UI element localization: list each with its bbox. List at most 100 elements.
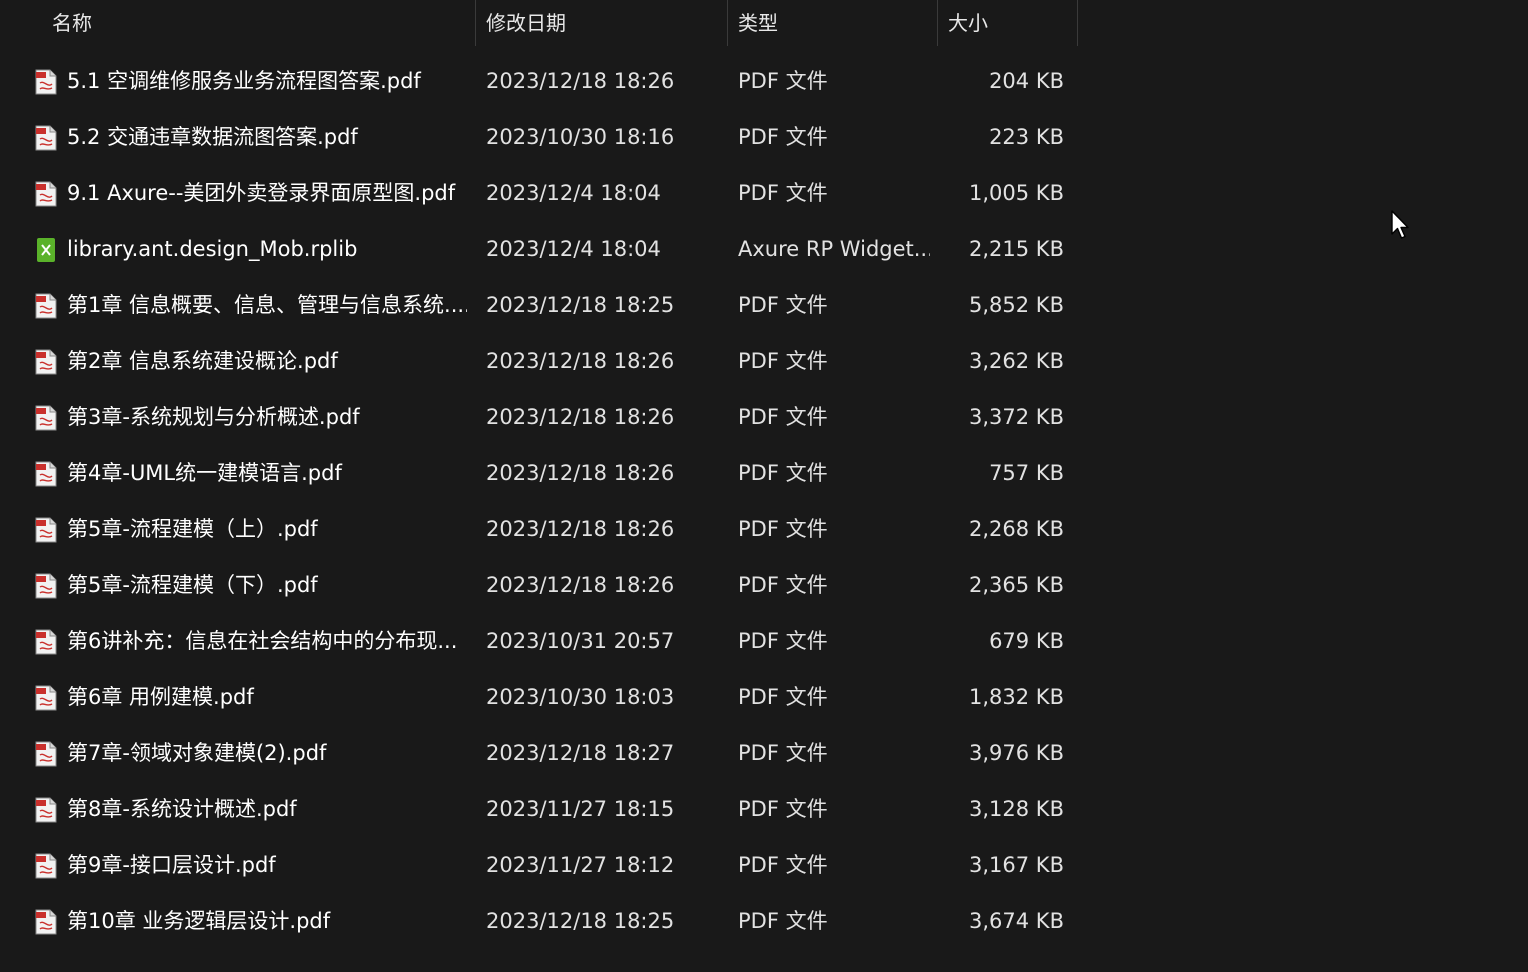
pdf-file-icon — [35, 125, 57, 151]
pdf-file-icon — [35, 181, 57, 207]
file-type: PDF 文件 — [738, 741, 828, 765]
pdf-file-icon — [35, 517, 57, 543]
sort-up-icon: ⌃ — [254, 0, 264, 7]
file-type: PDF 文件 — [738, 69, 828, 93]
file-modified-date: 2023/12/4 18:04 — [486, 181, 661, 205]
file-row[interactable]: 9.1 Axure--美团外卖登录界面原型图.pdf 2023/12/4 18:0… — [0, 165, 1078, 221]
file-row[interactable]: 第6章 用例建模.pdf 2023/10/30 18:03 PDF 文件 1,832 … — [0, 669, 1078, 725]
file-modified-date: 2023/12/18 18:26 — [486, 573, 675, 597]
file-size: 3,262 KB — [969, 349, 1064, 373]
file-name[interactable]: 第5章-流程建模（上）.pdf — [67, 501, 467, 557]
file-row[interactable]: library.ant.design_Mob.rplib 2023/12/4 18… — [0, 221, 1078, 277]
file-size: 3,372 KB — [969, 405, 1064, 429]
file-modified-date: 2023/12/18 18:26 — [486, 517, 675, 541]
file-size: 5,852 KB — [969, 293, 1064, 317]
file-row[interactable]: 第7章-领域对象建模(2).pdf 2023/12/18 18:27 PDF 文件 3… — [0, 725, 1078, 781]
file-name[interactable]: 第4章-UML统一建模语言.pdf — [67, 445, 467, 501]
file-modified-date: 2023/10/30 18:03 — [486, 685, 675, 709]
file-modified-date: 2023/12/18 18:26 — [486, 69, 675, 93]
file-size: 3,674 KB — [969, 909, 1064, 933]
file-name[interactable]: library.ant.design_Mob.rplib — [67, 221, 467, 277]
file-row[interactable]: 第3章-系统规划与分析概述.pdf 2023/12/18 18:26 PDF 文件 3… — [0, 389, 1078, 445]
file-row[interactable]: 第2章 信息系统建设概论.pdf 2023/12/18 18:26 PDF 文件 3,… — [0, 333, 1078, 389]
column-header-date[interactable]: 修改日期 — [475, 0, 727, 46]
mouse-cursor-icon — [1391, 210, 1409, 239]
file-name[interactable]: 第10章 业务逻辑层设计.pdf — [67, 893, 467, 949]
file-modified-date: 2023/12/18 18:27 — [486, 741, 675, 765]
file-type: PDF 文件 — [738, 349, 828, 373]
file-size: 2,268 KB — [969, 517, 1064, 541]
file-type: PDF 文件 — [738, 405, 828, 429]
column-header-bar: 名称 ⌃ 修改日期 类型 大小 — [0, 0, 1078, 46]
file-row[interactable]: 第6讲补充：信息在社会结构中的分布现... 2023/10/31 20:57 PDF… — [0, 613, 1078, 669]
file-size: 3,128 KB — [969, 797, 1064, 821]
pdf-file-icon — [35, 69, 57, 95]
file-type: PDF 文件 — [738, 181, 828, 205]
file-name[interactable]: 第9章-接口层设计.pdf — [67, 837, 467, 893]
axure-widget-icon — [35, 237, 57, 263]
file-type: PDF 文件 — [738, 853, 828, 877]
file-name[interactable]: 第8章-系统设计概述.pdf — [67, 781, 467, 837]
file-size: 3,167 KB — [969, 853, 1064, 877]
file-type: Axure RP Widget... — [738, 237, 930, 261]
file-name[interactable]: 9.1 Axure--美团外卖登录界面原型图.pdf — [67, 165, 467, 221]
column-header-size[interactable]: 大小 — [937, 0, 1078, 46]
file-name[interactable]: 第3章-系统规划与分析概述.pdf — [67, 389, 467, 445]
pdf-file-icon — [35, 797, 57, 823]
file-modified-date: 2023/12/18 18:26 — [486, 461, 675, 485]
file-type: PDF 文件 — [738, 293, 828, 317]
file-row[interactable]: 5.2 交通违章数据流图答案.pdf 2023/10/30 18:16 PDF 文件… — [0, 109, 1078, 165]
file-name[interactable]: 第1章 信息概要、信息、管理与信息系统.... — [67, 277, 467, 333]
file-row[interactable]: 第10章 业务逻辑层设计.pdf 2023/12/18 18:25 PDF 文件 3,… — [0, 893, 1078, 949]
file-size: 757 KB — [989, 461, 1064, 485]
file-row[interactable]: 第1章 信息概要、信息、管理与信息系统.... 2023/12/18 18:25 P… — [0, 277, 1078, 333]
file-row[interactable]: 第5章-流程建模（下）.pdf 2023/12/18 18:26 PDF 文件 2,3… — [0, 557, 1078, 613]
file-row[interactable]: 第8章-系统设计概述.pdf 2023/11/27 18:15 PDF 文件 3,12… — [0, 781, 1078, 837]
file-name[interactable]: 第2章 信息系统建设概论.pdf — [67, 333, 467, 389]
file-size: 1,005 KB — [969, 181, 1064, 205]
file-type: PDF 文件 — [738, 629, 828, 653]
pdf-file-icon — [35, 685, 57, 711]
file-modified-date: 2023/10/30 18:16 — [486, 125, 675, 149]
file-type: PDF 文件 — [738, 125, 828, 149]
pdf-file-icon — [35, 293, 57, 319]
file-row[interactable]: 5.1 空调维修服务业务流程图答案.pdf 2023/12/18 18:26 PDF… — [0, 53, 1078, 109]
pdf-file-icon — [35, 629, 57, 655]
file-list-view: 名称 ⌃ 修改日期 类型 大小 5.1 空调维修服务业务流程图答案.pdf 202… — [0, 0, 1528, 972]
file-modified-date: 2023/12/18 18:26 — [486, 349, 675, 373]
file-row[interactable]: 第9章-接口层设计.pdf 2023/11/27 18:12 PDF 文件 3,167… — [0, 837, 1078, 893]
column-header-type[interactable]: 类型 — [727, 0, 937, 46]
pdf-file-icon — [35, 349, 57, 375]
pdf-file-icon — [35, 741, 57, 767]
file-size: 3,976 KB — [969, 741, 1064, 765]
file-size: 1,832 KB — [969, 685, 1064, 709]
file-name[interactable]: 5.2 交通违章数据流图答案.pdf — [67, 109, 467, 165]
file-row[interactable]: 第4章-UML统一建模语言.pdf 2023/12/18 18:26 PDF 文件 7… — [0, 445, 1078, 501]
file-type: PDF 文件 — [738, 461, 828, 485]
pdf-file-icon — [35, 573, 57, 599]
file-name[interactable]: 第6讲补充：信息在社会结构中的分布现... — [67, 613, 467, 669]
file-name[interactable]: 第7章-领域对象建模(2).pdf — [67, 725, 467, 781]
file-name[interactable]: 第5章-流程建模（下）.pdf — [67, 557, 467, 613]
file-type: PDF 文件 — [738, 573, 828, 597]
file-type: PDF 文件 — [738, 517, 828, 541]
file-rows: 5.1 空调维修服务业务流程图答案.pdf 2023/12/18 18:26 PDF… — [0, 53, 1078, 949]
file-size: 2,365 KB — [969, 573, 1064, 597]
pdf-file-icon — [35, 461, 57, 487]
file-type: PDF 文件 — [738, 909, 828, 933]
file-name[interactable]: 5.1 空调维修服务业务流程图答案.pdf — [67, 53, 467, 109]
file-modified-date: 2023/11/27 18:12 — [486, 853, 675, 877]
file-type: PDF 文件 — [738, 685, 828, 709]
file-row[interactable]: 第5章-流程建模（上）.pdf 2023/12/18 18:26 PDF 文件 2,2… — [0, 501, 1078, 557]
file-modified-date: 2023/10/31 20:57 — [486, 629, 675, 653]
pdf-file-icon — [35, 853, 57, 879]
file-modified-date: 2023/11/27 18:15 — [486, 797, 675, 821]
file-name[interactable]: 第6章 用例建模.pdf — [67, 669, 467, 725]
file-modified-date: 2023/12/4 18:04 — [486, 237, 661, 261]
file-modified-date: 2023/12/18 18:25 — [486, 293, 675, 317]
pdf-file-icon — [35, 909, 57, 935]
file-modified-date: 2023/12/18 18:25 — [486, 909, 675, 933]
file-type: PDF 文件 — [738, 797, 828, 821]
file-size: 204 KB — [989, 69, 1064, 93]
file-size: 2,215 KB — [969, 237, 1064, 261]
